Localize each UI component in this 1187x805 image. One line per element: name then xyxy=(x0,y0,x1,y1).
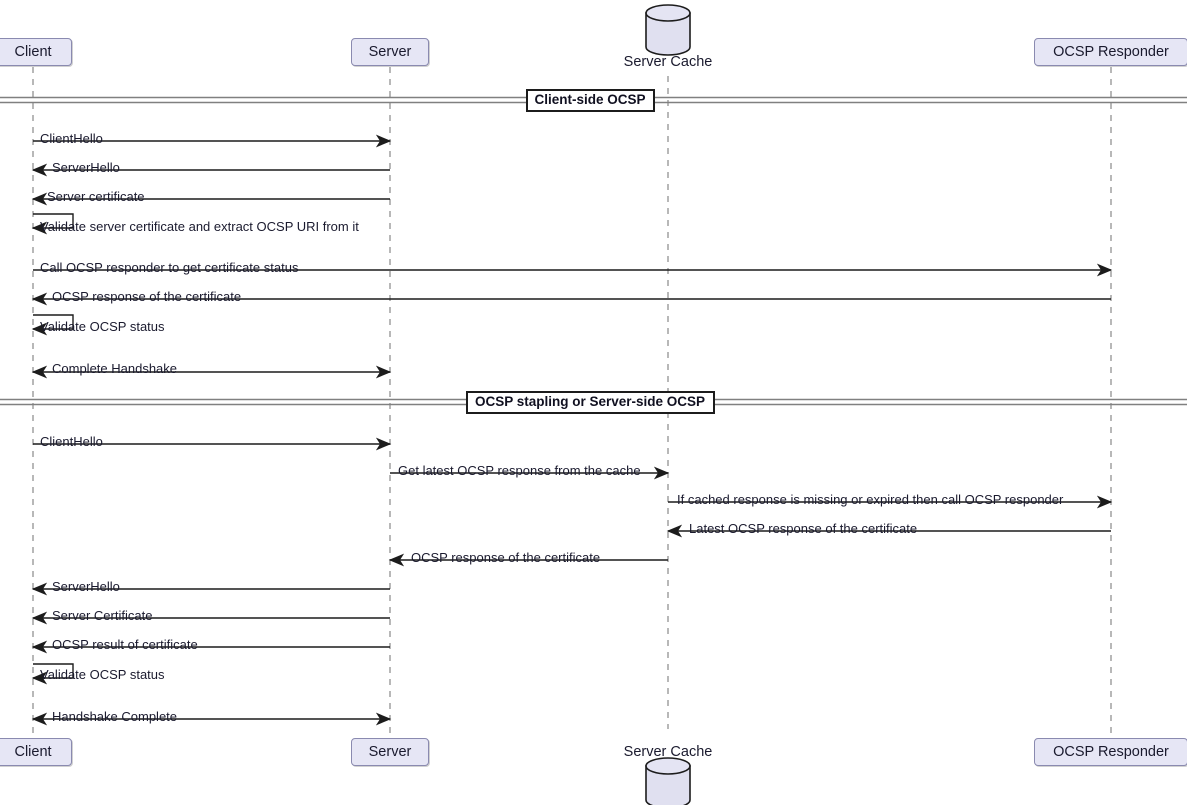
message-label-m18: Handshake Complete xyxy=(52,710,177,723)
participant-label: Server xyxy=(369,45,412,60)
message-label-m14: ServerHello xyxy=(52,580,120,593)
section-dividers-group xyxy=(0,98,1187,405)
participant-server-top[interactable]: Server xyxy=(351,38,429,66)
message-label-m13: OCSP response of the certificate xyxy=(411,551,600,564)
message-label-m10: Get latest OCSP response from the cache xyxy=(398,464,641,477)
participant-label: OCSP Responder xyxy=(1053,45,1169,60)
message-label-m12: Latest OCSP response of the certificate xyxy=(689,522,917,535)
database-top xyxy=(646,5,690,21)
participant-server-bottom[interactable]: Server xyxy=(351,738,429,766)
message-label-m1: ClientHello xyxy=(40,132,103,145)
database-top xyxy=(646,758,690,774)
message-label-m7: Validate OCSP status xyxy=(40,320,165,333)
participant-label: Client xyxy=(14,745,51,760)
participant-responder-top[interactable]: OCSP Responder xyxy=(1034,38,1187,66)
participant-client-top[interactable]: Client xyxy=(0,38,72,66)
participant-label: Server xyxy=(369,745,412,760)
message-label-m9: ClientHello xyxy=(40,435,103,448)
participant-cache-bottom-label: Server Cache xyxy=(598,745,738,760)
message-label-m15: Server Certificate xyxy=(52,609,152,622)
participant-cache-top-label: Server Cache xyxy=(598,55,738,70)
database-icon-cache-top[interactable] xyxy=(646,5,690,55)
divider-2-label: OCSP stapling or Server-side OCSP xyxy=(466,391,715,414)
sequence-diagram-canvas: Client Client Server Server Server Cache Serv… xyxy=(0,0,1187,805)
participant-client-bottom[interactable]: Client xyxy=(0,738,72,766)
database-icon-cache-bottom[interactable] xyxy=(646,758,690,805)
message-label-m11: If cached response is missing or expired… xyxy=(677,493,1063,506)
message-label-m4: Validate server certificate and extract … xyxy=(40,220,359,233)
participant-label: Client xyxy=(14,45,51,60)
message-label-m5: Call OCSP responder to get certificate s… xyxy=(40,261,298,274)
divider-label-text: Client-side OCSP xyxy=(534,93,645,107)
participant-responder-bottom[interactable]: OCSP Responder xyxy=(1034,738,1187,766)
message-label-m16: OCSP result of certificate xyxy=(52,638,198,651)
message-label-m6: OCSP response of the certificate xyxy=(52,290,241,303)
message-label-m2: ServerHello xyxy=(52,161,120,174)
divider-label-text: OCSP stapling or Server-side OCSP xyxy=(475,395,705,409)
message-label-m17: Validate OCSP status xyxy=(40,668,165,681)
message-label-m3: Server certificate xyxy=(47,190,145,203)
message-label-m8: Complete Handshake xyxy=(52,362,177,375)
participant-label: OCSP Responder xyxy=(1053,745,1169,760)
divider-1-label: Client-side OCSP xyxy=(526,89,655,112)
